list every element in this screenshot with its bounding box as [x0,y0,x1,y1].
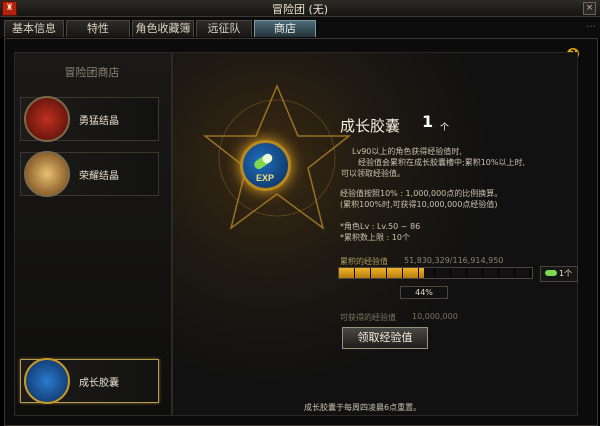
tab-basic-info[interactable]: 基本信息 [4,20,64,37]
capsule-count-badge: 1个 [540,266,578,282]
description-line-1: Lv90以上的角色获得经验值时, [352,147,462,156]
shop-item-label: 勇猛结晶 [79,116,119,127]
exp-progress-bar [338,267,533,279]
tab-traits[interactable]: 特性 [66,20,130,37]
description-line-3: 可以领取经验值。 [341,169,405,178]
tab-bar: 基本信息 特性 角色收藏簿 远征队 商店 [0,17,600,38]
corner-decoration: … [586,19,596,30]
tab-character-collection[interactable]: 角色收藏簿 [132,20,194,37]
tab-expedition[interactable]: 远征队 [196,20,252,37]
item-count-unit: 个 [440,123,450,133]
conversion-rate-line-1: 经验值按照10% : 1,000,000点的比例换算。 [340,189,503,198]
item-count: 1 [422,112,434,131]
progress-percent: 44% [400,286,448,299]
item-title: 成长胶囊 [340,117,401,135]
capsule-count: 1个 [559,269,573,278]
red-crystal-icon [24,96,70,142]
exp-capsule-icon [24,358,70,404]
shop-item-glory-crystal[interactable]: 荣耀结晶 [20,151,159,197]
capsule-icon [545,270,557,276]
window-titlebar: ♜ 冒险团 (无) × [0,0,600,17]
accumulated-exp-label: 累积的经验值 [340,257,388,266]
obtainable-exp-label: 可获得的经验值 [340,313,396,322]
tab-shop[interactable]: 商店 [254,20,316,37]
obtainable-exp-value: 10,000,000 [412,312,458,321]
exp-capsule-large-icon: EXP [240,140,291,191]
trophy-icon [24,151,70,197]
shop-item-label: 成长胶囊 [79,378,119,389]
shop-item-label: 荣耀结晶 [79,171,119,182]
description-line-2: 经验值会累积在成长胶囊槽中;累积10%以上时, [358,158,526,167]
shop-title: 冒险团商店 [64,66,120,79]
accumulated-exp-value: 51,830,329/116,914,950 [404,256,504,265]
conversion-rate-line-2: (累积100%时,可获得10,000,000点经验值) [340,200,498,209]
window-title: 冒险团 (无) [271,3,329,16]
shop-item-growth-capsule[interactable]: 成长胶囊 [20,358,159,404]
claim-exp-button[interactable]: 领取经验值 [342,327,428,349]
level-requirement: *角色Lv : Lv.50 ~ 86 [340,222,421,231]
capsule-limit: *累积数上限 : 10个 [340,233,410,242]
exp-text: EXP [256,173,274,183]
shop-item-brave-crystal[interactable]: 勇猛结晶 [20,96,159,142]
close-icon[interactable]: × [583,2,596,15]
weekly-reset-note: 成长胶囊于每周四凌晨6点重置。 [304,403,422,412]
